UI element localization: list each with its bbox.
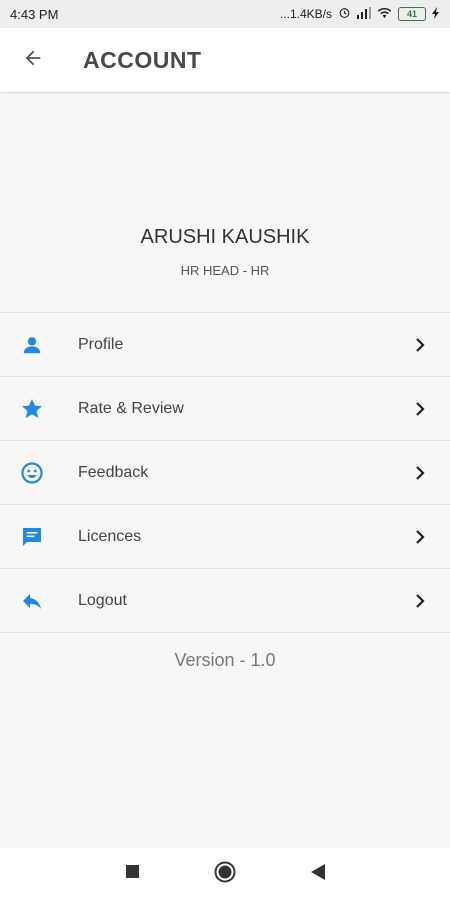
star-icon bbox=[20, 397, 44, 421]
menu-item-label: Feedback bbox=[78, 463, 149, 481]
menu-item-rate-review[interactable]: Rate & Review bbox=[0, 377, 450, 441]
status-bar: 4:43 PM ...1.4KB/s 41 bbox=[0, 0, 450, 28]
status-indicators: ...1.4KB/s 41 bbox=[280, 6, 440, 22]
menu-item-logout[interactable]: Logout bbox=[0, 569, 450, 633]
battery-icon: 41 bbox=[398, 7, 426, 21]
back-button[interactable] bbox=[13, 40, 53, 80]
reply-icon bbox=[20, 589, 44, 613]
menu-item-label: Logout bbox=[78, 591, 127, 609]
triangle-back-icon bbox=[311, 863, 325, 885]
page-title: ACCOUNT bbox=[83, 46, 202, 73]
chevron-right-icon bbox=[412, 337, 428, 353]
user-name: ARUSHI KAUSHIK bbox=[140, 226, 310, 248]
version-text: Version - 1.0 bbox=[174, 650, 276, 670]
menu-item-label: Rate & Review bbox=[78, 399, 184, 417]
app-bar: ACCOUNT bbox=[0, 28, 450, 92]
status-time: 4:43 PM bbox=[10, 6, 59, 22]
menu-item-label: Profile bbox=[78, 335, 124, 353]
network-speed: ...1.4KB/s bbox=[279, 7, 332, 21]
person-icon bbox=[20, 333, 44, 357]
chevron-right-icon bbox=[412, 465, 428, 481]
menu-item-feedback[interactable]: Feedback bbox=[0, 441, 450, 505]
menu-item-profile[interactable]: Profile bbox=[0, 313, 450, 377]
back-nav-button[interactable] bbox=[303, 859, 333, 889]
chevron-right-icon bbox=[412, 593, 428, 609]
chat-bubble-icon bbox=[20, 525, 44, 549]
account-screen: 4:43 PM ...1.4KB/s 41 ACCOUNT ARUSHI KAU… bbox=[0, 0, 450, 900]
user-role: HR HEAD - HR bbox=[180, 263, 270, 278]
menu-item-label: Licences bbox=[78, 527, 142, 545]
home-button[interactable] bbox=[210, 859, 240, 889]
account-menu: Profile Rate & Review Feedback Licences … bbox=[0, 312, 450, 633]
signal-icon bbox=[357, 6, 371, 22]
system-nav-bar bbox=[0, 848, 450, 900]
chevron-right-icon bbox=[412, 529, 428, 545]
menu-item-licences[interactable]: Licences bbox=[0, 505, 450, 569]
circle-icon bbox=[214, 861, 236, 888]
back-arrow-icon bbox=[22, 47, 44, 74]
charging-icon bbox=[432, 6, 440, 22]
chevron-right-icon bbox=[412, 401, 428, 417]
alarm-icon bbox=[338, 6, 351, 22]
profile-header: ARUSHI KAUSHIK HR HEAD - HR bbox=[0, 92, 450, 312]
wifi-icon bbox=[377, 7, 392, 22]
square-icon bbox=[125, 865, 139, 883]
smiley-icon bbox=[20, 461, 44, 485]
recents-button[interactable] bbox=[117, 859, 147, 889]
